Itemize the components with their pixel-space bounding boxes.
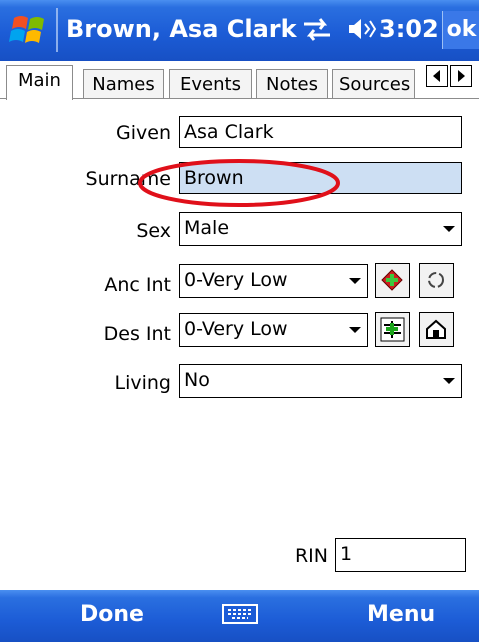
- arrow-right-icon: [458, 70, 465, 82]
- annotation-ellipse: [138, 159, 340, 207]
- ancestor-search-button[interactable]: [419, 263, 454, 298]
- des-int-value: 0-Very Low: [184, 318, 288, 340]
- done-button[interactable]: Done: [80, 602, 144, 627]
- window-title: Brown, Asa Clark: [66, 15, 297, 43]
- refresh-icon: [428, 272, 444, 288]
- tab-scroll-right[interactable]: [450, 65, 472, 87]
- add-ancestor-button[interactable]: [375, 263, 410, 298]
- clock[interactable]: 3:02: [379, 15, 439, 43]
- sex-label: Sex: [136, 220, 171, 242]
- tab-strip: Main Names Events Notes Sources: [0, 61, 479, 100]
- living-select[interactable]: No: [179, 364, 462, 398]
- given-field[interactable]: Asa Clark: [179, 116, 462, 148]
- rin-field[interactable]: 1: [335, 538, 466, 572]
- anc-int-select[interactable]: 0-Very Low: [179, 264, 368, 298]
- keyboard-icon[interactable]: [222, 602, 258, 626]
- chevron-down-icon: [349, 278, 361, 284]
- des-int-select[interactable]: 0-Very Low: [179, 313, 368, 347]
- connectivity-icon[interactable]: [300, 15, 334, 43]
- anc-int-value: 0-Very Low: [184, 269, 288, 291]
- menu-button[interactable]: Menu: [367, 602, 435, 627]
- given-label: Given: [116, 122, 171, 144]
- windows-flag-icon[interactable]: [8, 10, 52, 50]
- add-ancestor-icon: [381, 269, 403, 291]
- anc-int-label: Anc Int: [104, 274, 171, 296]
- des-int-label: Des Int: [103, 323, 171, 345]
- sex-select[interactable]: Male: [179, 212, 462, 246]
- title-separator: [56, 8, 58, 52]
- chevron-down-icon: [349, 327, 361, 333]
- tab-main[interactable]: Main: [6, 65, 73, 100]
- add-descendant-button[interactable]: [375, 312, 410, 347]
- living-label: Living: [114, 372, 172, 394]
- chevron-down-icon: [443, 378, 455, 384]
- rin-label: RIN: [294, 545, 328, 567]
- family-home-button[interactable]: [419, 312, 454, 347]
- tab-sources[interactable]: Sources: [332, 69, 415, 99]
- home-icon: [426, 319, 446, 339]
- ok-button[interactable]: ok: [442, 11, 479, 49]
- title-bar: Brown, Asa Clark 3:02 ok: [0, 0, 479, 61]
- tab-events[interactable]: Events: [169, 69, 252, 99]
- descendant-tree-icon: [380, 317, 405, 342]
- living-value: No: [184, 369, 210, 391]
- volume-icon[interactable]: [346, 15, 376, 43]
- sex-value: Male: [184, 217, 230, 239]
- tab-scroll-left[interactable]: [426, 65, 448, 87]
- chevron-down-icon: [443, 226, 455, 232]
- softkey-bar: Done Menu: [0, 590, 479, 642]
- tab-notes[interactable]: Notes: [256, 69, 328, 99]
- tab-names[interactable]: Names: [83, 69, 164, 99]
- arrow-left-icon: [433, 70, 440, 82]
